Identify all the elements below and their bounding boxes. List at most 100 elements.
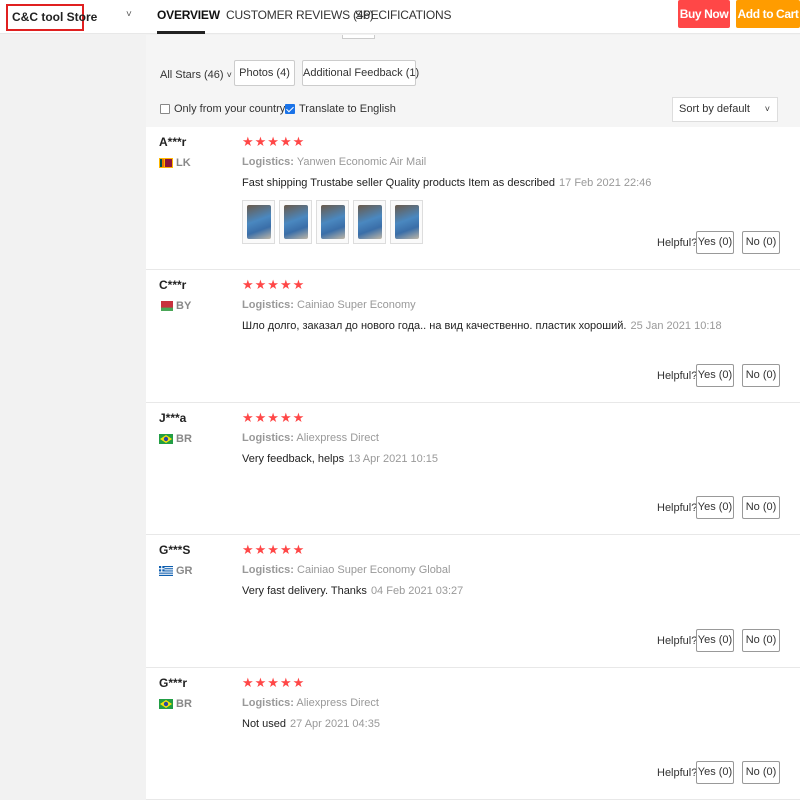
helpful-label: Helpful?: [657, 635, 698, 647]
sort-select[interactable]: Sort by default ˅: [672, 97, 778, 122]
review-item: J***a BR ★★★★★ Logistics: Aliexpress Direct…: [146, 403, 800, 535]
reviewer-name: J***a: [159, 411, 187, 425]
star-rating: ★★★★★: [242, 134, 306, 149]
reviewer-name: A***r: [159, 135, 187, 149]
helpful-no-button[interactable]: No (0): [742, 231, 780, 254]
helpful-label: Helpful?: [657, 370, 698, 382]
logistics-info: Logistics: Cainiao Super Economy: [242, 299, 416, 311]
photos-filter-button[interactable]: Photos (4): [234, 60, 295, 86]
brazil-flag: [159, 699, 173, 709]
tab-customer-reviews[interactable]: CUSTOMER REVIEWS (46): [226, 8, 374, 22]
helpful-yes-button[interactable]: Yes (0): [696, 496, 734, 519]
tab-specifications[interactable]: SPECIFICATIONS: [355, 8, 452, 22]
active-tab-indicator: [157, 31, 205, 34]
checkbox-unchecked-icon: [160, 104, 170, 114]
helpful-yes-button[interactable]: Yes (0): [696, 629, 734, 652]
star-rating: ★★★★★: [242, 277, 306, 292]
logistics-label: Logistics:: [242, 299, 294, 311]
logistics-info: Logistics: Aliexpress Direct: [242, 432, 379, 444]
review-filter-bar: All Stars (46) ˅ Photos (4) Additional F…: [146, 35, 800, 127]
review-item: G***S GR ★★★★★ Logistics: Cainiao Super Eco…: [146, 535, 800, 668]
logistics-value: Aliexpress Direct: [296, 697, 379, 709]
review-photo-thumbnail[interactable]: [353, 200, 386, 244]
logistics-label: Logistics:: [242, 156, 294, 168]
reviewer-country: GR: [159, 565, 193, 577]
review-photo-thumbnail[interactable]: [316, 200, 349, 244]
review-date: 13 Apr 2021 10:15: [348, 453, 439, 465]
photo-image: [321, 205, 345, 239]
helpful-no-button[interactable]: No (0): [742, 761, 780, 784]
star-rating: ★★★★★: [242, 675, 306, 690]
checkbox-checked-icon: [285, 104, 295, 114]
translate-label: Translate to English: [299, 103, 396, 115]
logistics-value: Yanwen Economic Air Mail: [296, 156, 427, 168]
country-code: LK: [176, 157, 191, 169]
photo-image: [284, 205, 308, 239]
only-country-checkbox[interactable]: Only from your country: [160, 103, 285, 115]
review-photos: [242, 200, 427, 244]
review-date: 25 Jan 2021 10:18: [630, 320, 722, 332]
logistics-info: Logistics: Aliexpress Direct: [242, 697, 379, 709]
helpful-label: Helpful?: [657, 502, 698, 514]
all-stars-label: All Stars (46): [160, 69, 224, 81]
country-code: BR: [176, 433, 192, 445]
review-body: Very fast delivery. Thanks: [242, 585, 367, 597]
top-nav-bar: C&C tool Store ˅ OVERVIEW CUSTOMER REVIE…: [0, 0, 800, 34]
tab-overview[interactable]: OVERVIEW: [157, 8, 220, 22]
store-name[interactable]: C&C tool Store: [6, 4, 97, 31]
star-rating: ★★★★★: [242, 410, 306, 425]
brazil-flag: [159, 434, 173, 444]
logistics-label: Logistics:: [242, 564, 294, 576]
photo-image: [247, 205, 271, 239]
photo-image: [358, 205, 382, 239]
review-item: C***r BY ★★★★★ Logistics: Cainiao Super Eco…: [146, 270, 800, 403]
review-body: Шло долго, заказал до нового года.. на в…: [242, 320, 627, 332]
helpful-no-button[interactable]: No (0): [742, 364, 780, 387]
reviewer-country: BY: [159, 300, 191, 312]
review-photo-thumbnail[interactable]: [279, 200, 312, 244]
logistics-label: Logistics:: [242, 697, 294, 709]
review-body: Very feedback, helps: [242, 453, 345, 465]
photo-image: [395, 205, 419, 239]
star-rating: ★★★★★: [242, 542, 306, 557]
helpful-yes-button[interactable]: Yes (0): [696, 364, 734, 387]
country-code: GR: [176, 565, 193, 577]
logistics-value: Cainiao Super Economy: [297, 299, 416, 311]
logistics-label: Logistics:: [242, 432, 294, 444]
review-photo-thumbnail[interactable]: [242, 200, 275, 244]
logistics-info: Logistics: Cainiao Super Economy Global: [242, 564, 451, 576]
greece-flag: [159, 566, 173, 576]
helpful-label: Helpful?: [657, 237, 698, 249]
review-text: Very feedback, helps 13 Apr 2021 10:15: [242, 453, 438, 465]
only-country-label: Only from your country: [174, 103, 286, 115]
buy-now-button[interactable]: Buy Now: [678, 0, 730, 28]
helpful-no-button[interactable]: No (0): [742, 629, 780, 652]
scrolled-control-edge: [342, 35, 375, 39]
helpful-yes-button[interactable]: Yes (0): [696, 761, 734, 784]
country-code: BR: [176, 698, 192, 710]
review-item: G***r BR ★★★★★ Logistics: Aliexpress Direct…: [146, 668, 800, 800]
translate-checkbox[interactable]: Translate to English: [285, 103, 396, 115]
logistics-info: Logistics: Yanwen Economic Air Mail: [242, 156, 426, 168]
reviewer-country: LK: [159, 157, 191, 169]
belarus-flag: [159, 301, 173, 311]
review-body: Fast shipping Trustabe seller Quality pr…: [242, 177, 556, 189]
sri-lanka-flag: [159, 158, 173, 168]
review-text: Very fast delivery. Thanks 04 Feb 2021 03…: [242, 585, 463, 597]
chevron-down-icon[interactable]: ˅: [126, 9, 132, 20]
chevron-down-icon: ˅: [226, 70, 232, 80]
review-date: 04 Feb 2021 03:27: [370, 585, 464, 597]
additional-feedback-button[interactable]: Additional Feedback (1): [302, 60, 419, 86]
country-code: BY: [176, 300, 192, 312]
reviewer-name: G***S: [159, 543, 191, 557]
helpful-yes-button[interactable]: Yes (0): [696, 231, 734, 254]
logistics-value: Cainiao Super Economy Global: [297, 564, 451, 576]
reviewer-name: C***r: [159, 278, 187, 292]
helpful-no-button[interactable]: No (0): [742, 496, 780, 519]
add-to-cart-button[interactable]: Add to Cart: [736, 0, 800, 28]
review-photo-thumbnail[interactable]: [390, 200, 423, 244]
all-stars-filter[interactable]: All Stars (46) ˅: [160, 69, 232, 81]
review-text: Fast shipping Trustabe seller Quality pr…: [242, 177, 651, 189]
logistics-value: Aliexpress Direct: [296, 432, 379, 444]
chevron-down-icon: ˅: [764, 104, 770, 114]
